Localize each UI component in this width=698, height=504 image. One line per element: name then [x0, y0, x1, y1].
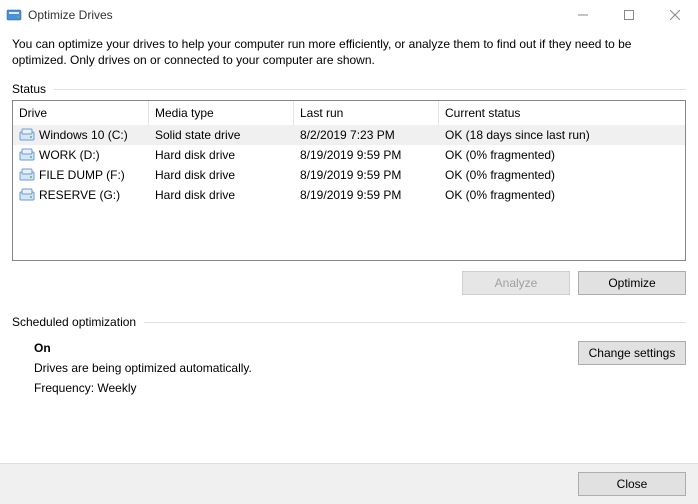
- schedule-description: Drives are being optimized automatically…: [34, 361, 578, 375]
- minimize-button[interactable]: [560, 0, 606, 30]
- schedule-freq-value: Weekly: [97, 381, 136, 395]
- drive-action-buttons: Analyze Optimize: [12, 271, 686, 295]
- table-row[interactable]: RESERVE (G:) Hard disk drive 8/19/2019 9…: [13, 185, 685, 205]
- analyze-button[interactable]: Analyze: [462, 271, 570, 295]
- drives-list[interactable]: Drive Media type Last run Current status…: [12, 100, 686, 261]
- schedule-state: On: [34, 341, 578, 355]
- status-label-text: Status: [12, 82, 46, 96]
- drive-media: Hard disk drive: [149, 188, 294, 202]
- drive-name: FILE DUMP (F:): [39, 168, 125, 182]
- drive-icon: [19, 167, 35, 183]
- drives-list-header: Drive Media type Last run Current status: [13, 101, 685, 125]
- drive-lastrun: 8/19/2019 9:59 PM: [294, 168, 439, 182]
- schedule-section-label: Scheduled optimization: [12, 315, 686, 329]
- drive-icon: [19, 127, 35, 143]
- drive-status: OK (18 days since last run): [439, 128, 649, 142]
- drive-lastrun: 8/2/2019 7:23 PM: [294, 128, 439, 142]
- column-header-status[interactable]: Current status: [439, 101, 685, 125]
- drive-status: OK (0% fragmented): [439, 168, 649, 182]
- drive-lastrun: 8/19/2019 9:59 PM: [294, 188, 439, 202]
- table-row[interactable]: WORK (D:) Hard disk drive 8/19/2019 9:59…: [13, 145, 685, 165]
- drive-lastrun: 8/19/2019 9:59 PM: [294, 148, 439, 162]
- titlebar: Optimize Drives: [0, 0, 698, 30]
- drive-status: OK (0% fragmented): [439, 148, 649, 162]
- column-header-lastrun[interactable]: Last run: [294, 101, 439, 125]
- window-title: Optimize Drives: [28, 8, 113, 22]
- drive-icon: [19, 147, 35, 163]
- description-text: You can optimize your drives to help you…: [12, 36, 686, 68]
- status-section-label: Status: [12, 82, 686, 96]
- drive-name: WORK (D:): [39, 148, 100, 162]
- dialog-footer: Close: [0, 463, 698, 504]
- maximize-button[interactable]: [606, 0, 652, 30]
- divider: [144, 322, 686, 323]
- drive-name: Windows 10 (C:): [39, 128, 128, 142]
- drive-name: RESERVE (G:): [39, 188, 120, 202]
- schedule-freq-label: Frequency:: [34, 381, 94, 395]
- divider: [54, 89, 686, 90]
- column-header-media[interactable]: Media type: [149, 101, 294, 125]
- drive-icon: [19, 187, 35, 203]
- drive-media: Solid state drive: [149, 128, 294, 142]
- column-header-drive[interactable]: Drive: [13, 101, 149, 125]
- close-button[interactable]: Close: [578, 472, 686, 496]
- drive-media: Hard disk drive: [149, 148, 294, 162]
- change-settings-button[interactable]: Change settings: [578, 341, 686, 365]
- optimize-button[interactable]: Optimize: [578, 271, 686, 295]
- table-row[interactable]: Windows 10 (C:) Solid state drive 8/2/20…: [13, 125, 685, 145]
- schedule-frequency: Frequency: Weekly: [34, 381, 578, 395]
- drive-status: OK (0% fragmented): [439, 188, 649, 202]
- schedule-label-text: Scheduled optimization: [12, 315, 136, 329]
- app-icon: [6, 7, 22, 23]
- drive-media: Hard disk drive: [149, 168, 294, 182]
- close-window-button[interactable]: [652, 0, 698, 30]
- table-row[interactable]: FILE DUMP (F:) Hard disk drive 8/19/2019…: [13, 165, 685, 185]
